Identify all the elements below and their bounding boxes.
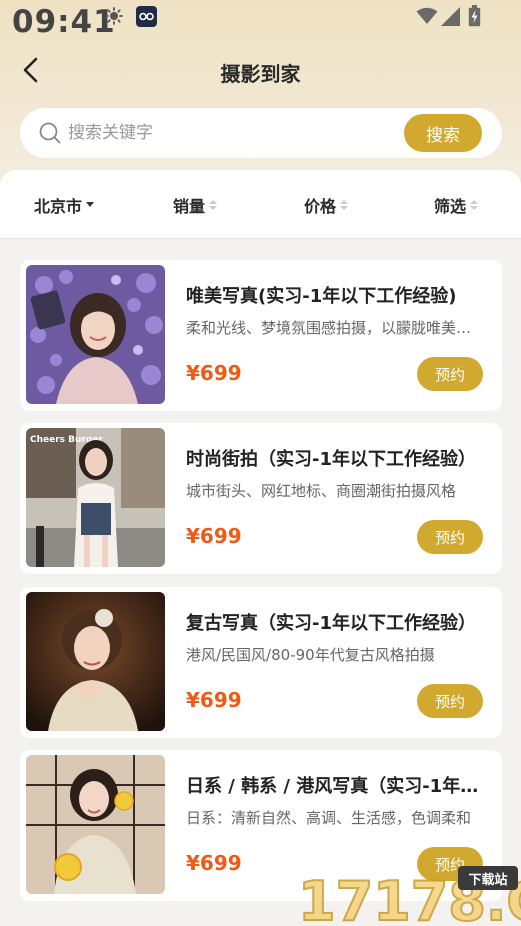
book-button[interactable]: 预约: [417, 684, 483, 718]
product-description: 柔和光线、梦境氛围感拍摄，以朦胧唯美为主: [186, 319, 478, 337]
sort-arrows-icon: [340, 199, 349, 210]
product-image-portrait-street: Cheers Burger: [26, 428, 165, 567]
product-card[interactable]: 复古写真（实习-1年以下工作经验） 港风/民国风/80-90年代复古风格拍摄 ¥…: [20, 587, 502, 738]
caret-down-icon: [86, 202, 95, 207]
product-card[interactable]: Cheers Burger 时尚街拍（实习-1年以下工作经验） 城市街头、网红地…: [20, 423, 502, 574]
filter-label: 北京市: [34, 196, 83, 216]
filter-screen[interactable]: 筛选: [434, 170, 479, 239]
filter-label: 销量: [173, 196, 206, 216]
product-title: 复古写真（实习-1年以下工作经验）: [186, 613, 476, 634]
brightness-icon: [105, 7, 123, 25]
game-mode-icon: [136, 6, 157, 27]
product-description: 城市街头、网红地标、商圈潮街拍摄风格: [186, 482, 457, 500]
page-title: 摄影到家: [220, 62, 301, 86]
product-image-portrait-lemon: [26, 755, 165, 894]
filter-label: 筛选: [434, 196, 467, 216]
product-image-portrait-vintage: [26, 592, 165, 731]
status-bar: 09:41: [0, 0, 521, 44]
filter-bar: 北京市 销量 价格 筛选: [0, 170, 521, 239]
filter-city-dropdown[interactable]: 北京市: [34, 170, 95, 239]
filter-sales-sort[interactable]: 销量: [173, 170, 218, 239]
product-card[interactable]: 唯美写真(实习-1年以下工作经验) 柔和光线、梦境氛围感拍摄，以朦胧唯美为主 ¥…: [20, 260, 502, 411]
nav-bar: 摄影到家: [0, 46, 521, 98]
search-icon: [39, 122, 61, 144]
product-title: 唯美写真(实习-1年以下工作经验): [186, 286, 457, 307]
search-input[interactable]: [68, 108, 398, 158]
filter-price-sort[interactable]: 价格: [304, 170, 349, 239]
search-bar: 搜索: [20, 108, 502, 158]
product-description: 港风/民国风/80-90年代复古风格拍摄: [186, 646, 435, 664]
signal-icon: [441, 7, 460, 26]
sort-arrows-icon: [470, 199, 479, 210]
filter-label: 价格: [304, 196, 337, 216]
product-description: 日系：清新自然、高调、生活感，色调柔和: [186, 809, 472, 827]
product-price: ¥699: [186, 688, 242, 712]
product-title: 时尚街拍（实习-1年以下工作经验）: [186, 449, 476, 470]
product-title: 日系 / 韩系 / 港风写真（实习-1年以下工作经验）: [186, 776, 486, 797]
product-price: ¥699: [186, 851, 242, 875]
product-image-portrait-flowers: [26, 265, 165, 404]
wifi-icon: [416, 7, 438, 24]
product-price: ¥699: [186, 361, 242, 385]
watermark-badge: 下载站: [458, 866, 518, 890]
status-time: 09:41: [12, 4, 116, 40]
book-button[interactable]: 预约: [417, 520, 483, 554]
book-button[interactable]: 预约: [417, 357, 483, 391]
sort-arrows-icon: [209, 199, 218, 210]
product-price: ¥699: [186, 524, 242, 548]
battery-charging-icon: [468, 5, 481, 27]
search-button[interactable]: 搜索: [404, 114, 482, 152]
